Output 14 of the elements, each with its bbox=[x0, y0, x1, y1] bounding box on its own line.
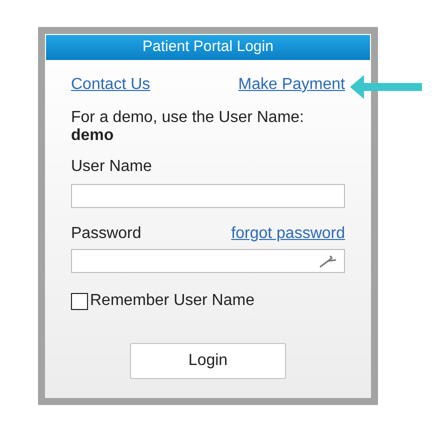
login-button[interactable]: Login bbox=[130, 343, 286, 379]
password-label: Password bbox=[71, 224, 142, 244]
panel-title: Patient Portal Login bbox=[142, 37, 274, 58]
checkbox[interactable] bbox=[71, 292, 88, 310]
password-field[interactable] bbox=[71, 249, 345, 273]
remember-label: Remember User Name bbox=[90, 291, 254, 311]
user-name-field[interactable] bbox=[71, 184, 345, 208]
user-name-label: User Name bbox=[71, 157, 153, 177]
link[interactable]: Make Payment bbox=[238, 73, 345, 97]
demo-hint: For a demo, use the User Name: bbox=[71, 109, 305, 127]
demo-user-name: demo bbox=[71, 127, 115, 145]
key-icon bbox=[318, 254, 338, 268]
forgot-password-link[interactable]: forgot password bbox=[231, 222, 345, 246]
link[interactable]: Contact Us bbox=[71, 73, 150, 97]
